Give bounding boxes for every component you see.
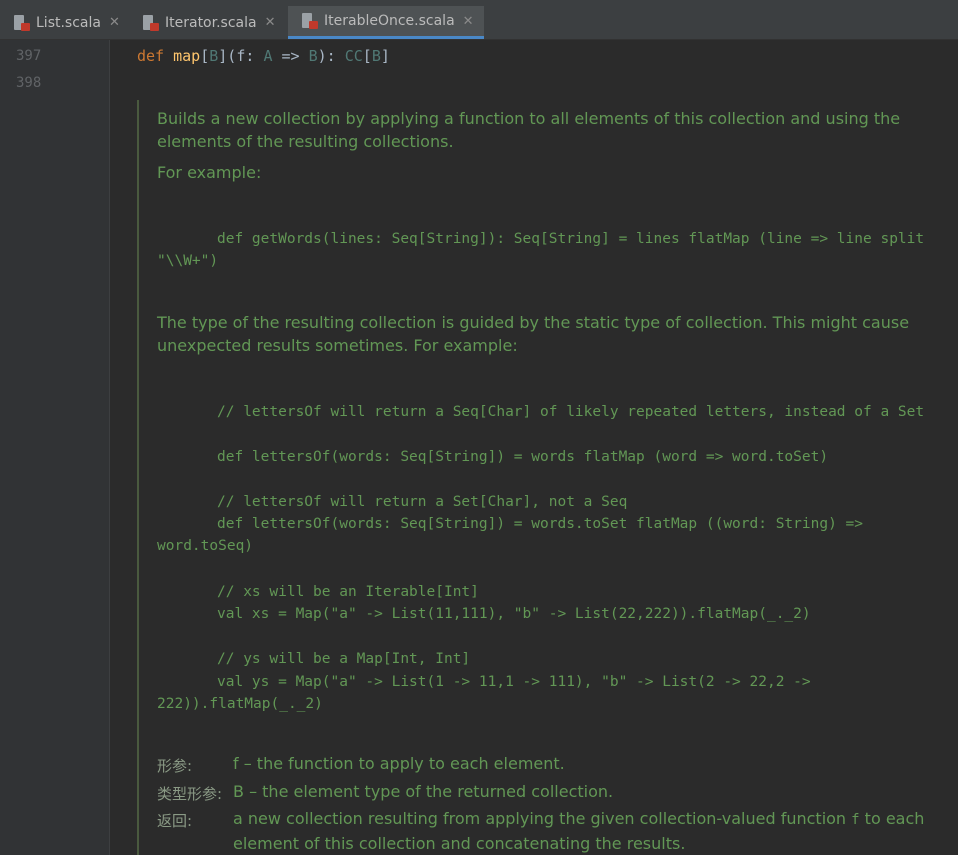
scala-file-icon	[12, 14, 30, 32]
bracket: [	[362, 47, 372, 65]
scala-file-icon	[141, 14, 159, 32]
bracket: [	[200, 47, 210, 65]
returns-code: f	[851, 812, 860, 828]
method-name: map	[173, 47, 201, 65]
returns-label: 返回:	[157, 812, 193, 830]
doc-code-line: val xs = Map("a" -> List(11,111), "b" ->…	[217, 606, 811, 622]
type-b: B	[371, 47, 381, 65]
tab-iterableonce-scala[interactable]: IterableOnce.scala ✕	[288, 6, 484, 39]
close-icon[interactable]: ✕	[265, 15, 276, 30]
close-icon[interactable]: ✕	[109, 15, 120, 30]
line-number-gutter: 397 398	[0, 40, 110, 855]
tab-list-scala[interactable]: List.scala ✕	[0, 6, 127, 39]
type-params-label: 类型形参:	[157, 785, 223, 803]
doc-code-line: def lettersOf(words: Seq[String]) = word…	[217, 449, 829, 465]
tab-iterator-scala[interactable]: Iterator.scala ✕	[129, 6, 286, 39]
doc-code-line: def getWords(lines: Seq[String]): Seq[St…	[157, 231, 933, 269]
keyword-def: def	[137, 47, 165, 65]
return-colon: ):	[317, 47, 345, 65]
doc-paragraph: The type of the resulting collection is …	[157, 313, 910, 355]
close-icon[interactable]: ✕	[463, 14, 474, 29]
bracket: ]	[380, 47, 390, 65]
doc-code-line: // lettersOf will return a Set[Char], no…	[217, 494, 628, 510]
returns-text: a new collection resulting from applying…	[233, 809, 852, 828]
params-value: f – the function to apply to each elemen…	[233, 754, 565, 773]
type-param: B	[209, 47, 219, 65]
line-number: 398	[16, 75, 42, 91]
doc-code-line: val ys = Map("a" -> List(1 -> 11,1 -> 11…	[157, 674, 820, 712]
returns-value: a new collection resulting from applying…	[233, 807, 943, 855]
tab-label: List.scala	[36, 14, 101, 31]
arrow: =>	[272, 47, 309, 65]
tab-label: Iterator.scala	[165, 14, 257, 31]
type-params-value: B – the element type of the returned col…	[233, 782, 614, 801]
method-signature[interactable]: def map[B](f: A => B): CC[B]	[137, 47, 390, 65]
type-cc: CC	[344, 47, 363, 65]
param-open: ](f:	[218, 47, 264, 65]
scala-file-icon	[300, 12, 318, 30]
doc-paragraph: Builds a new collection by applying a fu…	[157, 109, 901, 151]
doc-code-line: // lettersOf will return a Seq[Char] of …	[217, 404, 925, 420]
rendered-doc-comment[interactable]: Builds a new collection by applying a fu…	[137, 100, 958, 855]
editor-tab-bar: List.scala ✕ Iterator.scala ✕ IterableOn…	[0, 0, 958, 40]
doc-code-line: def lettersOf(words: Seq[String]) = word…	[157, 516, 872, 554]
doc-paragraph: For example:	[157, 163, 262, 182]
type-b: B	[308, 47, 318, 65]
doc-code-line: // xs will be an Iterable[Int]	[217, 584, 479, 600]
params-label: 形参:	[157, 757, 193, 775]
line-number: 397	[16, 48, 42, 64]
tab-label: IterableOnce.scala	[324, 13, 455, 29]
doc-code-line: // ys will be a Map[Int, Int]	[217, 651, 471, 667]
